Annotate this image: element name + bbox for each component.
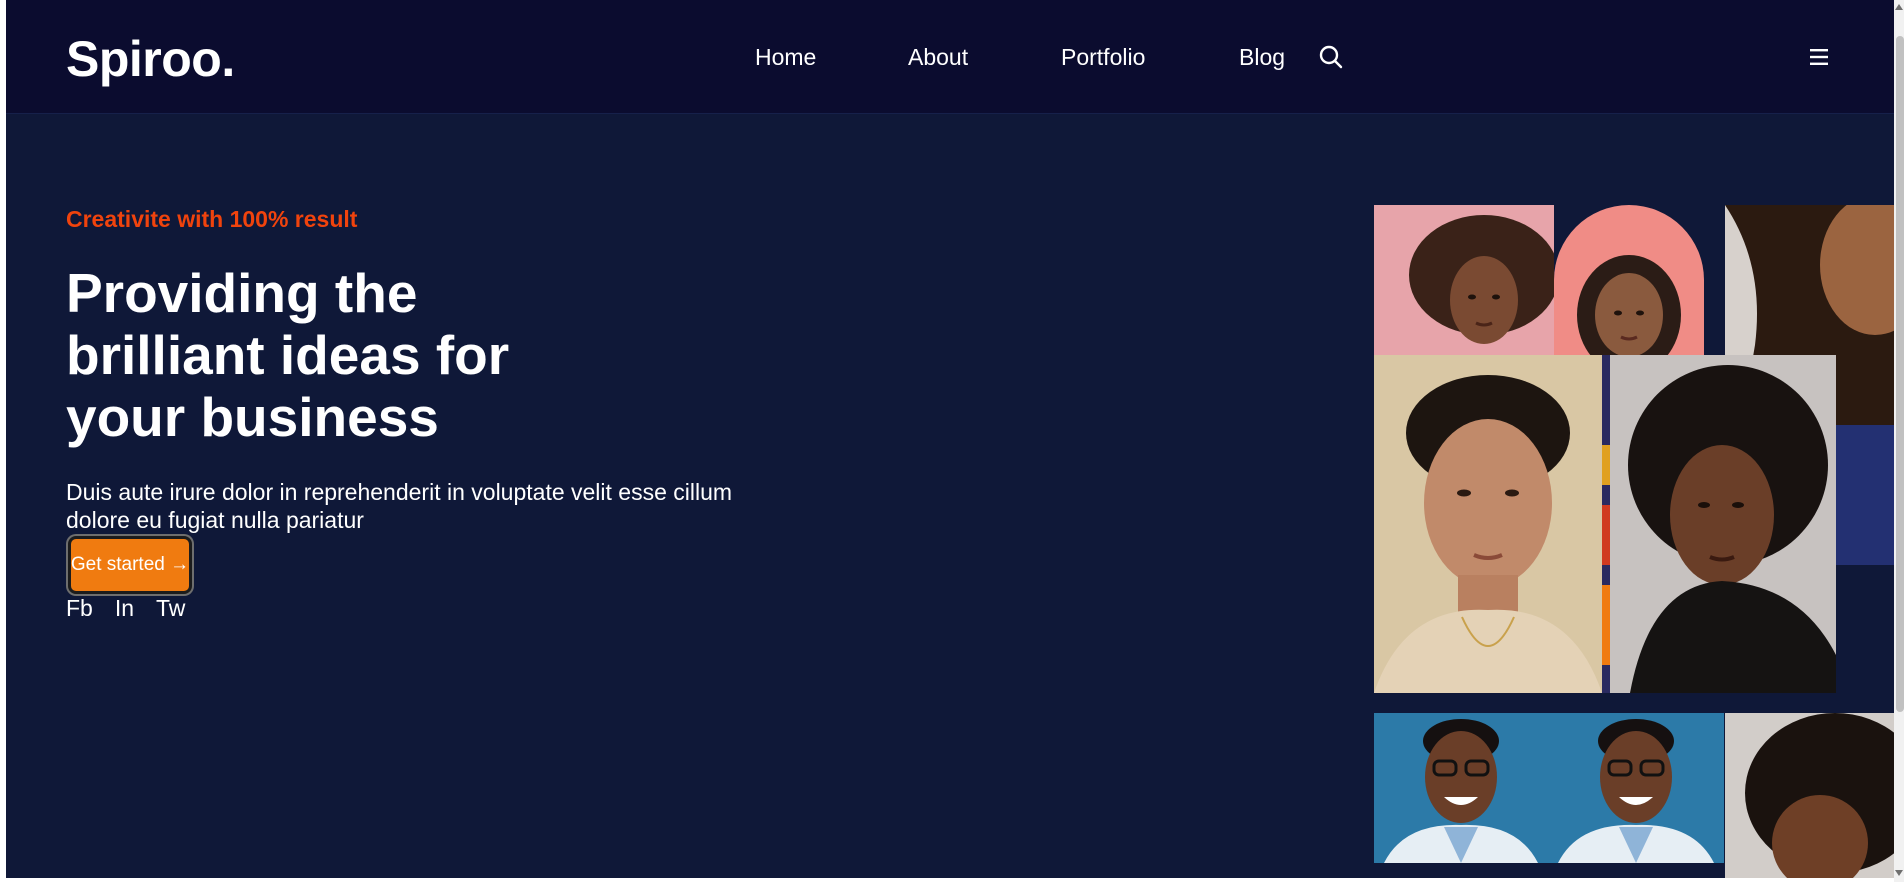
navbar: Spiroo. Home About Portfolio Blog [6, 0, 1894, 114]
portrait-photo-woman-afro [1610, 355, 1836, 693]
portrait-photo-man-glasses-duplicate [1548, 713, 1724, 863]
portrait-photo-woman-arch [1554, 205, 1704, 355]
hamburger-menu-icon[interactable] [1808, 47, 1830, 67]
portrait-photo-woman-afro-closeup [1725, 713, 1894, 878]
patterned-fabric-strip [1602, 355, 1610, 693]
hero-tagline: Creativite with 100% result [66, 206, 358, 232]
social-link-linkedin[interactable]: In [115, 595, 134, 622]
get-started-button[interactable]: Get started → [68, 536, 192, 594]
hero-description: Duis aute irure dolor in reprehenderit i… [66, 479, 733, 533]
nav-link-portfolio[interactable]: Portfolio [1061, 44, 1145, 71]
browser-viewport: Spiroo. Home About Portfolio Blog Creati… [6, 0, 1894, 878]
portrait-photo-man-glasses [1374, 713, 1548, 863]
search-icon[interactable] [1318, 44, 1344, 70]
social-link-facebook[interactable]: Fb [66, 595, 93, 622]
nav-link-about[interactable]: About [908, 44, 968, 71]
nav-link-home[interactable]: Home [755, 44, 816, 71]
portrait-photo-woman-curly-pink [1374, 205, 1554, 355]
hero-headline: Providing the brilliant ideas for your b… [66, 262, 510, 448]
scroll-up-arrow-icon[interactable] [1895, 4, 1903, 10]
social-link-twitter[interactable]: Tw [156, 595, 185, 622]
scrollbar-thumb[interactable] [1896, 36, 1904, 712]
site-logo[interactable]: Spiroo. [66, 30, 235, 88]
social-links: Fb In Tw [66, 595, 185, 622]
scroll-down-arrow-icon[interactable] [1895, 870, 1903, 876]
nav-link-blog[interactable]: Blog [1239, 44, 1285, 71]
portrait-photo-man-curly [1374, 355, 1602, 693]
